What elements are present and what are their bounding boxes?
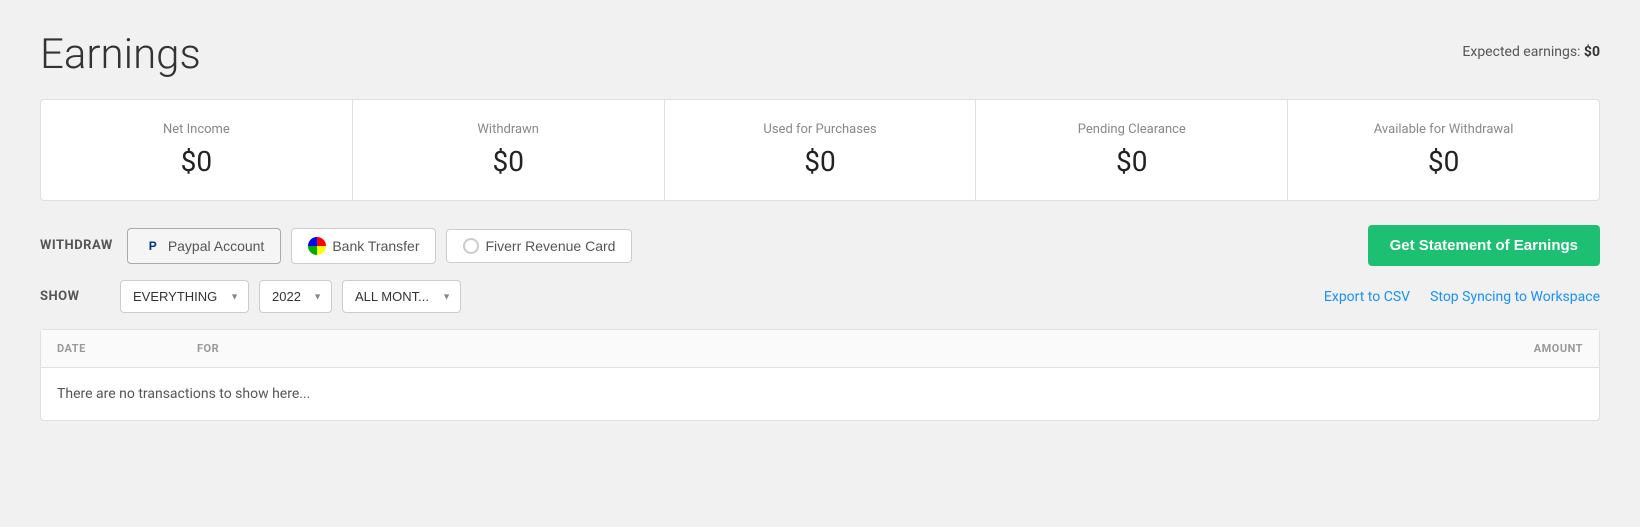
show-label: SHOW: [40, 289, 110, 304]
column-date: DATE: [57, 342, 197, 355]
paypal-account-button[interactable]: P Paypal Account: [127, 228, 282, 264]
stat-item: Pending Clearance $0: [976, 100, 1288, 200]
show-right-actions: Export to CSV Stop Syncing to Workspace: [1324, 289, 1600, 305]
stat-label: Withdrawn: [369, 122, 648, 137]
stat-item: Used for Purchases $0: [665, 100, 977, 200]
stat-label: Pending Clearance: [992, 122, 1271, 137]
paypal-account-label: Paypal Account: [168, 238, 265, 254]
bank-transfer-button[interactable]: Bank Transfer: [291, 228, 436, 264]
filter-select[interactable]: EVERYTHING COMPLETED PENDING: [120, 280, 249, 313]
stats-card: Net Income $0 Withdrawn $0 Used for Purc…: [40, 99, 1600, 201]
filter-select-wrapper: EVERYTHING COMPLETED PENDING: [120, 280, 249, 313]
table-header: DATE FOR AMOUNT: [41, 330, 1599, 368]
month-select-wrapper: ALL MONT... JANUARY FEBRUARY MARCH: [342, 280, 461, 313]
expected-earnings-label: Expected earnings:: [1462, 44, 1580, 60]
column-amount: AMOUNT: [1463, 342, 1583, 355]
stat-value: $0: [681, 145, 960, 178]
column-for: FOR: [197, 342, 1463, 355]
bank-transfer-icon: [308, 237, 326, 255]
bank-transfer-label: Bank Transfer: [332, 238, 419, 254]
stat-value: $0: [57, 145, 336, 178]
fiverr-revenue-card-button[interactable]: Fiverr Revenue Card: [446, 229, 632, 263]
month-select[interactable]: ALL MONT... JANUARY FEBRUARY MARCH: [342, 280, 461, 313]
table-body: There are no transactions to show here..…: [41, 368, 1599, 420]
year-select-wrapper: 2022 2021 2020: [259, 280, 332, 313]
year-select[interactable]: 2022 2021 2020: [259, 280, 332, 313]
stat-value: $0: [992, 145, 1271, 178]
stat-item: Available for Withdrawal $0: [1288, 100, 1599, 200]
withdraw-row: WITHDRAW P Paypal Account Bank Transfer …: [40, 225, 1600, 266]
stop-syncing-link[interactable]: Stop Syncing to Workspace: [1430, 289, 1600, 305]
fiverr-revenue-card-icon: [463, 238, 479, 254]
stat-item: Withdrawn $0: [353, 100, 665, 200]
export-csv-link[interactable]: Export to CSV: [1324, 289, 1410, 305]
fiverr-revenue-card-label: Fiverr Revenue Card: [485, 238, 615, 254]
get-statement-button[interactable]: Get Statement of Earnings: [1368, 225, 1600, 266]
expected-earnings-value: $0: [1584, 44, 1600, 60]
expected-earnings: Expected earnings: $0: [1462, 30, 1600, 60]
paypal-icon: P: [144, 237, 162, 255]
withdraw-label: WITHDRAW: [40, 238, 113, 253]
stat-label: Available for Withdrawal: [1304, 122, 1583, 137]
stat-value: $0: [369, 145, 648, 178]
page-title: Earnings: [40, 30, 201, 79]
stat-value: $0: [1304, 145, 1583, 178]
show-row: SHOW EVERYTHING COMPLETED PENDING 2022 2…: [40, 280, 1600, 313]
transactions-table: DATE FOR AMOUNT There are no transaction…: [40, 329, 1600, 421]
withdraw-right-actions: Get Statement of Earnings: [1368, 225, 1600, 266]
stat-label: Net Income: [57, 122, 336, 137]
stat-item: Net Income $0: [41, 100, 353, 200]
no-transactions-message: There are no transactions to show here..…: [57, 386, 1583, 402]
stat-label: Used for Purchases: [681, 122, 960, 137]
page-header: Earnings Expected earnings: $0: [40, 30, 1600, 79]
